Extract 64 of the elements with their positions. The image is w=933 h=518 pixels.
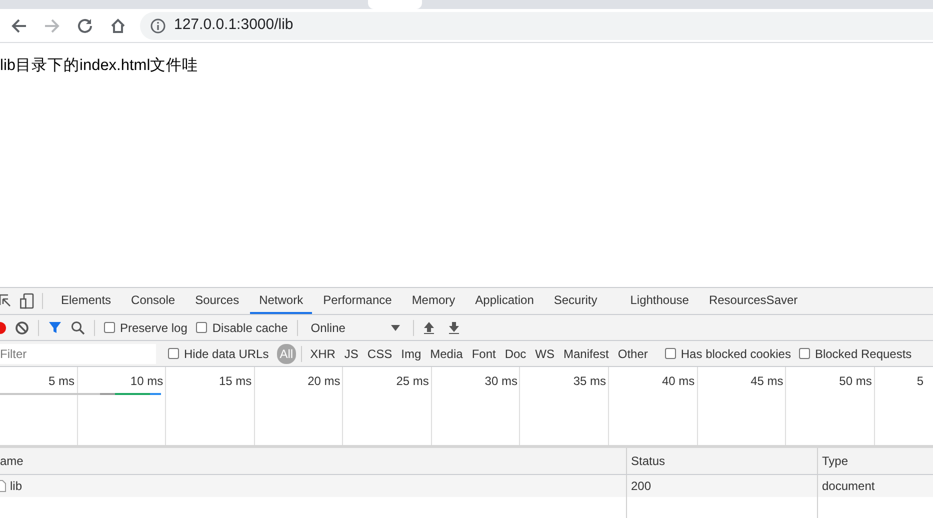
blocked-cookies-checkbox[interactable]: Has blocked cookies (664, 344, 791, 362)
export-button[interactable] (448, 321, 460, 334)
type-filter[interactable]: WS (532, 344, 558, 364)
time-tick-label: 50 ms (839, 374, 872, 388)
time-tick-label: 45 ms (750, 374, 784, 388)
filter-button[interactable] (48, 321, 62, 334)
forward-icon (42, 16, 60, 34)
devtools-tab[interactable]: Memory (402, 288, 464, 314)
table-cell-text: 200 (631, 478, 652, 495)
reload-icon (76, 16, 94, 34)
time-tick-label: 5 ms (48, 374, 74, 388)
type-filter[interactable]: JS (341, 344, 362, 364)
clear-button[interactable] (15, 320, 29, 334)
devtools-tab[interactable]: Application (466, 288, 543, 314)
devtools-tab[interactable]: Lighthouse (621, 288, 698, 314)
devtools-tab[interactable]: ResourcesSaver (700, 288, 807, 314)
inspect-icon[interactable] (0, 293, 12, 309)
device-icon[interactable] (20, 293, 34, 309)
filter-icon (48, 321, 62, 334)
time-tick-label: 40 ms (662, 374, 695, 388)
caret-icon (391, 324, 400, 330)
column-header[interactable]: Status (631, 452, 666, 470)
devtools-tab[interactable]: Sources (186, 288, 248, 314)
type-filter[interactable]: Manifest (560, 344, 612, 364)
disable-cache-checkbox[interactable]: Disable cache (196, 318, 288, 336)
devtools-tab[interactable]: Performance (314, 288, 401, 314)
type-filter[interactable]: Other (614, 344, 651, 364)
search-icon (71, 320, 85, 334)
time-tick-label: 25 ms (396, 374, 429, 388)
clear-icon (15, 320, 29, 334)
time-tick-label: 35 ms (573, 374, 606, 388)
back-icon (10, 16, 28, 34)
search-button[interactable] (71, 320, 85, 334)
type-filter[interactable]: Doc (502, 344, 530, 364)
table-cell-text: lib (10, 478, 22, 495)
column-header[interactable]: ame (0, 452, 24, 470)
home-icon (108, 16, 126, 34)
page-text: lib目录下的index.html文件哇 (0, 57, 198, 74)
time-tick-label: 20 ms (308, 374, 340, 388)
time-tick-label: 15 ms (219, 374, 252, 388)
time-tick-label: 30 ms (484, 374, 518, 388)
time-tick-label: 5 (916, 374, 924, 388)
type-filter[interactable]: Font (468, 344, 499, 364)
devtools-tab[interactable]: Console (122, 288, 184, 314)
info-icon[interactable] (150, 18, 166, 34)
download-icon (448, 321, 460, 334)
table-cell-text: document (822, 478, 875, 495)
url-text: 127.0.0.1:3000/lib (174, 15, 294, 36)
column-header[interactable]: Type (822, 452, 848, 470)
blocked-requests-checkbox[interactable]: Blocked Requests (798, 344, 912, 362)
type-filter[interactable]: XHR (307, 344, 338, 364)
import-button[interactable] (423, 321, 436, 334)
type-filter[interactable]: Img (398, 344, 424, 364)
upload-icon (423, 321, 436, 334)
address-bar[interactable]: 127.0.0.1:3000/lib (140, 12, 933, 40)
hide-data-urls-checkbox[interactable]: Hide data URLs (168, 344, 269, 362)
type-filter[interactable]: CSS (364, 344, 396, 364)
preserve-log-checkbox[interactable]: Preserve log (104, 318, 188, 336)
time-tick-label: 10 ms (130, 374, 164, 388)
devtools-tab[interactable]: Elements (52, 288, 120, 314)
filter-input[interactable]: Filter (0, 344, 156, 364)
type-filter[interactable]: Media (427, 344, 466, 364)
devtools-tab[interactable]: Security (544, 288, 606, 314)
throttling-dropdown[interactable]: Online (306, 318, 404, 336)
